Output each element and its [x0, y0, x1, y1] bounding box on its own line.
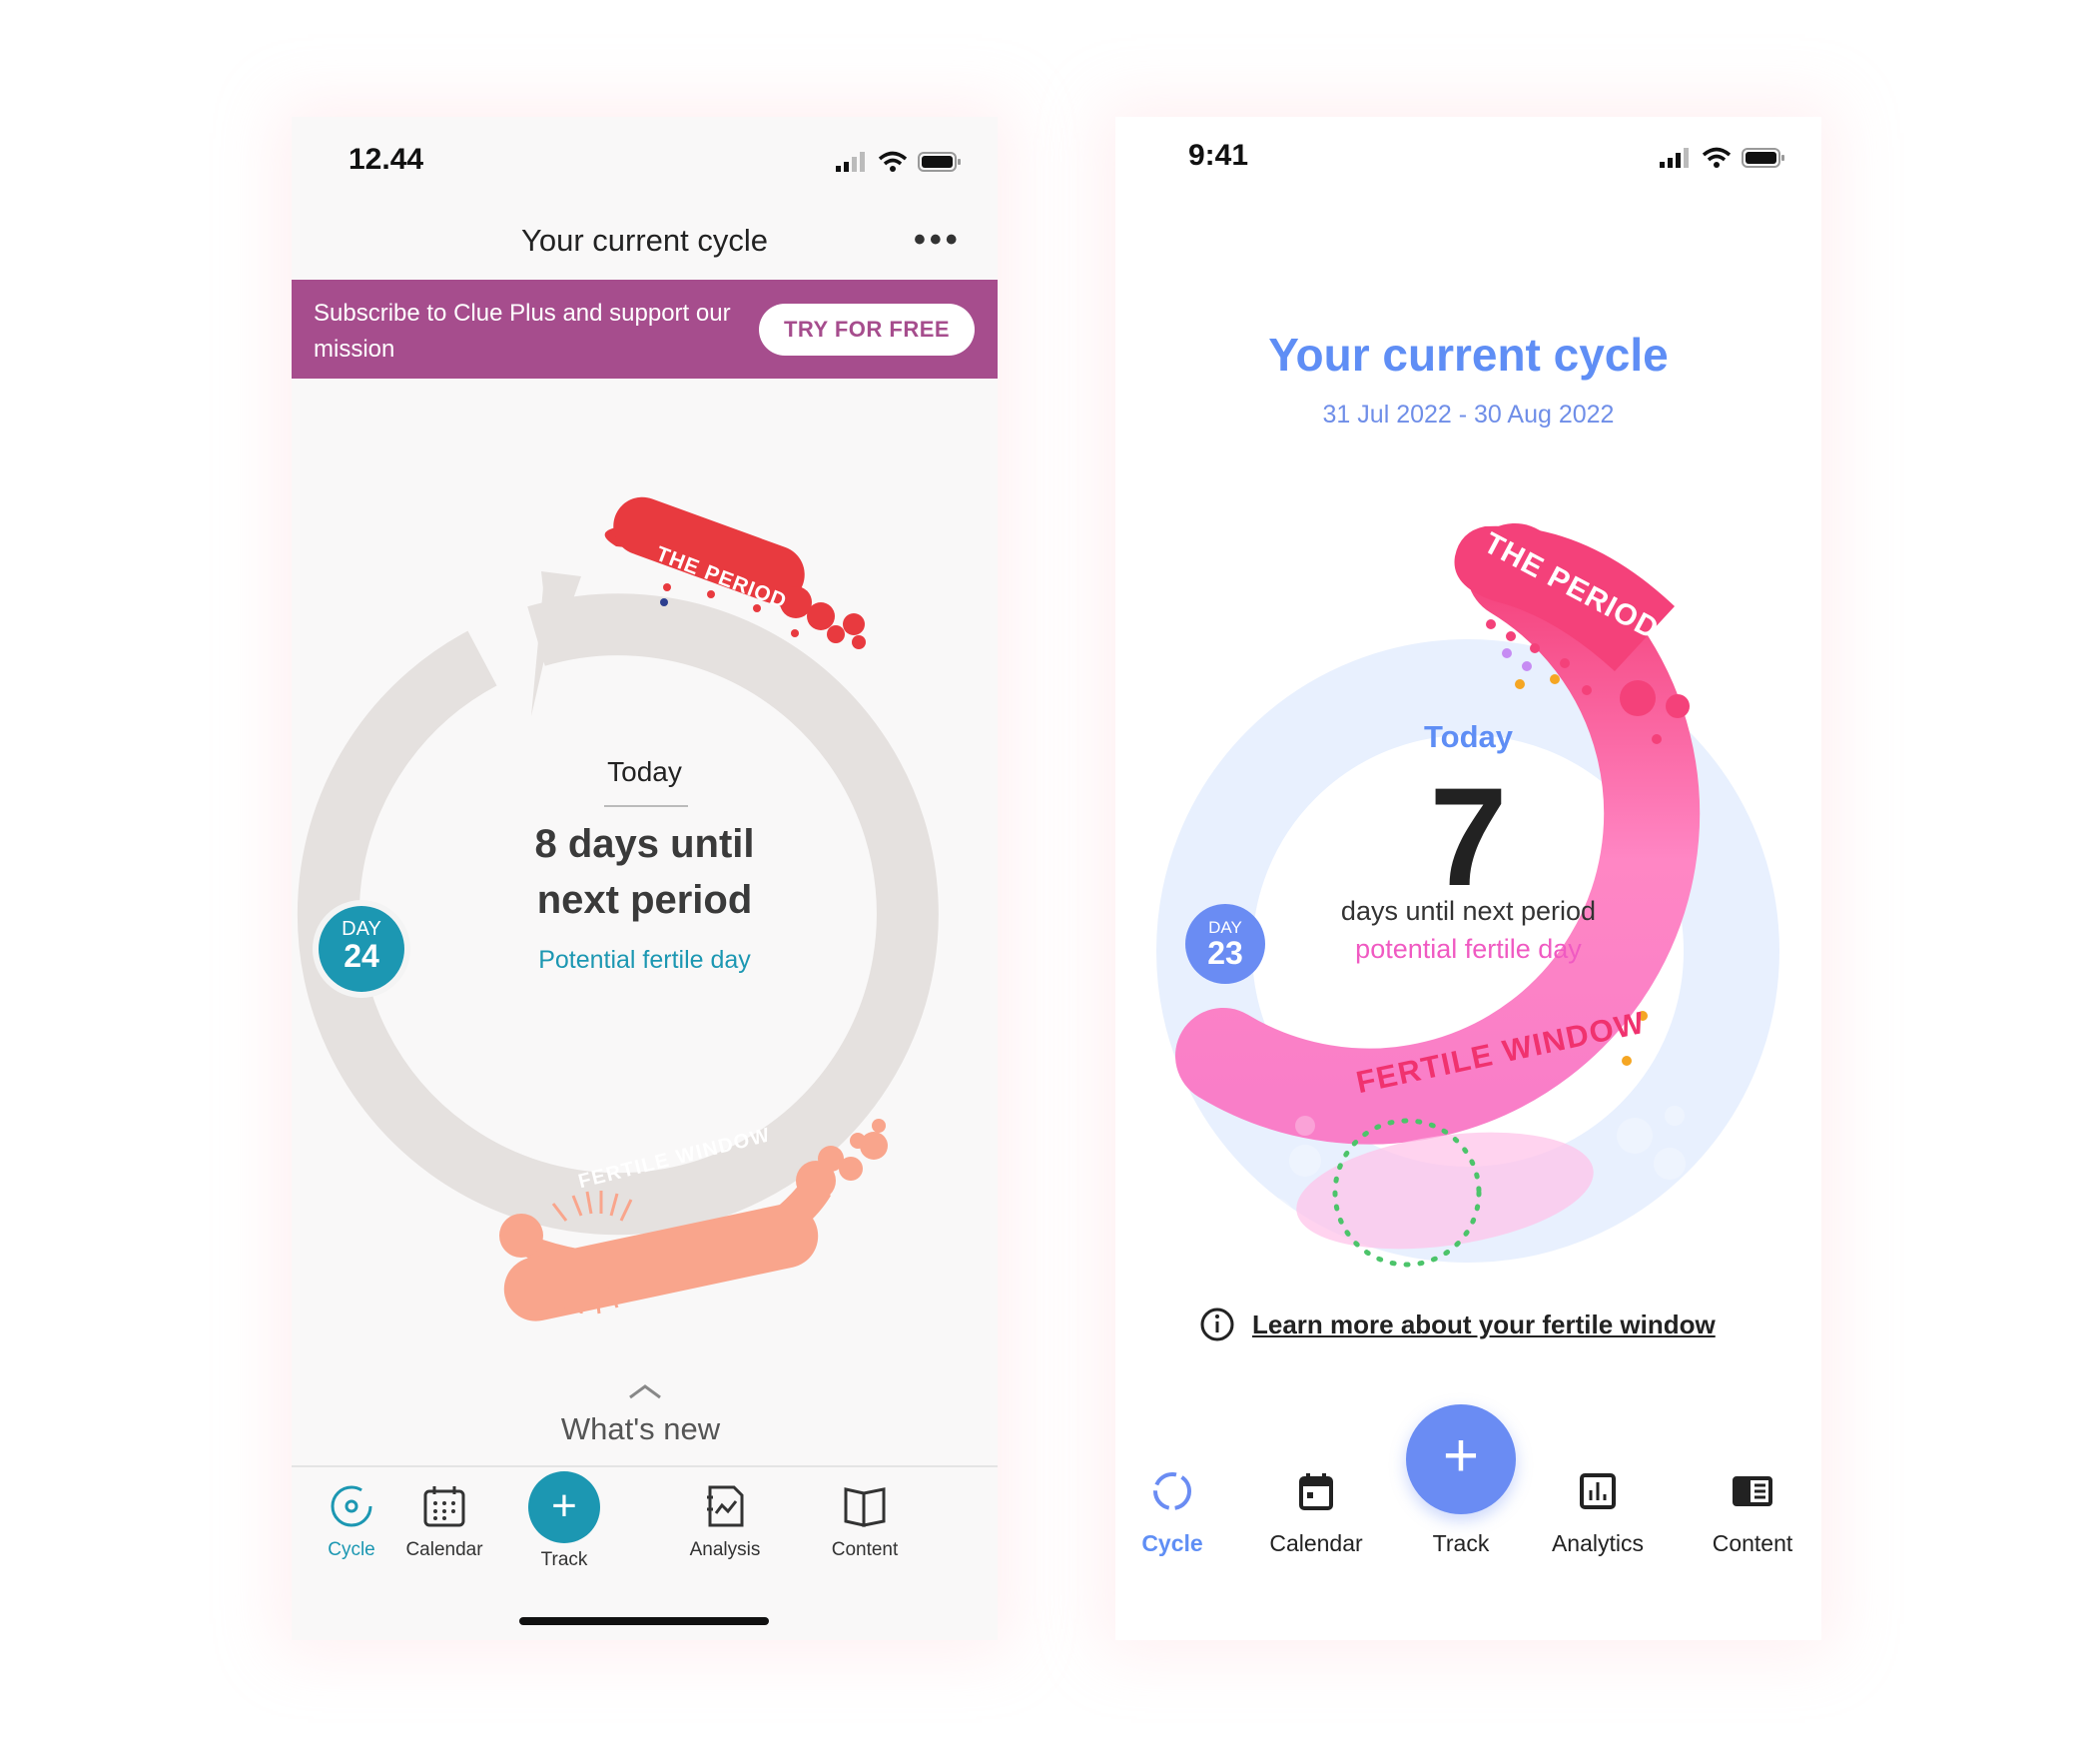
- battery-icon: [1742, 148, 1784, 168]
- today-label: Today: [1424, 719, 1513, 754]
- status-time: 9:41: [1188, 139, 1249, 172]
- nav-item-track[interactable]: + Track: [524, 1471, 604, 1571]
- nav-label-analysis: Analysis: [689, 1539, 761, 1560]
- cycle-dates: 31 Jul 2022 - 30 Aug 2022: [1322, 401, 1615, 429]
- nav-label-track: Track: [540, 1549, 588, 1570]
- status-time: 12.44: [349, 143, 424, 176]
- nav-item-content[interactable]: Content: [805, 1477, 925, 1561]
- nav-label-analytics: Analytics: [1551, 1530, 1645, 1556]
- whats-new-button[interactable]: What's new: [292, 1411, 998, 1447]
- right-phone-screen: 9:41 Your current cycle 31 Jul 2022 - 30…: [1115, 117, 1821, 1640]
- nav-divider: [292, 1465, 998, 1467]
- calendar-icon: [1299, 1473, 1333, 1510]
- nav-label-content: Content: [831, 1539, 899, 1560]
- info-icon: [1200, 1308, 1234, 1341]
- days-until-line2: next period: [536, 878, 753, 922]
- page-title: Your current cycle: [521, 223, 768, 258]
- analytics-icon: [1580, 1473, 1616, 1509]
- nav-item-track[interactable]: Track: [1391, 1470, 1531, 1557]
- today-label: Today: [607, 756, 682, 787]
- nav-label-calendar: Calendar: [1269, 1530, 1363, 1556]
- wifi-icon: [1702, 147, 1732, 168]
- page-title: Your current cycle: [1268, 329, 1669, 381]
- subscribe-banner: Subscribe to Clue Plus and support our m…: [292, 280, 998, 379]
- nav-item-content[interactable]: Content: [1683, 1470, 1821, 1557]
- battery-icon: [918, 152, 961, 172]
- book-icon: [844, 1487, 886, 1527]
- learn-more-link[interactable]: Learn more about your fertile window: [1252, 1310, 1716, 1340]
- nav-item-calendar[interactable]: Calendar: [1246, 1470, 1386, 1557]
- fertile-day-status: potential fertile day: [1355, 934, 1582, 964]
- signal-icon: [836, 152, 865, 172]
- fertile-day-status: Potential fertile day: [538, 946, 751, 974]
- days-count: 7: [1429, 758, 1508, 915]
- left-phone-screen: 12.44 Your current cycle ••• Subscribe t…: [292, 117, 998, 1640]
- nav-item-analysis[interactable]: Analysis: [665, 1477, 785, 1561]
- learn-more-row[interactable]: Learn more about your fertile window: [1200, 1308, 1716, 1341]
- nav-item-cycle[interactable]: Cycle: [1115, 1470, 1242, 1557]
- nav-label-track: Track: [1432, 1530, 1490, 1556]
- nav-label-cycle: Cycle: [1141, 1530, 1203, 1556]
- cycle-icon: [331, 1485, 372, 1527]
- cycle-icon: [1153, 1472, 1191, 1510]
- days-until-text: days until next period: [1340, 896, 1597, 926]
- home-indicator[interactable]: [519, 1617, 769, 1625]
- content-icon: [1733, 1476, 1772, 1506]
- wifi-icon: [878, 151, 908, 172]
- signal-icon: [1660, 148, 1689, 168]
- banner-text: Subscribe to Clue Plus and support our m…: [314, 300, 731, 363]
- nav-item-calendar[interactable]: Calendar: [384, 1477, 504, 1561]
- calendar-icon: [423, 1486, 465, 1527]
- days-until-line1: 8 days until: [534, 822, 755, 866]
- status-icons: [836, 151, 962, 173]
- status-icons: [1660, 147, 1785, 169]
- chevron-up-icon[interactable]: [628, 1383, 662, 1399]
- nav-item-analytics[interactable]: Analytics: [1528, 1470, 1668, 1557]
- nav-label-calendar: Calendar: [405, 1539, 483, 1560]
- today-divider: [604, 805, 688, 807]
- analysis-icon: [707, 1485, 744, 1527]
- plus-icon: +: [528, 1471, 600, 1543]
- try-for-free-button[interactable]: TRY FOR FREE: [759, 304, 975, 356]
- more-options-button[interactable]: •••: [914, 221, 962, 260]
- nav-label-content: Content: [1712, 1530, 1793, 1556]
